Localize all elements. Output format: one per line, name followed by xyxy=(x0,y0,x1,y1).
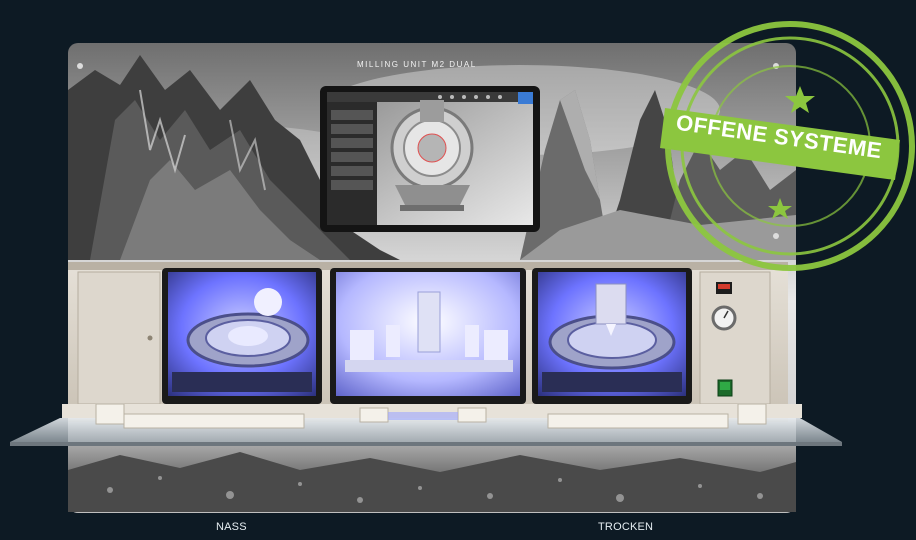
label-dry: TROCKEN xyxy=(598,521,654,533)
machine-illustration xyxy=(10,21,915,513)
product-header: MILLING UNIT M2 DUAL xyxy=(357,60,477,69)
label-wet: NASS xyxy=(216,521,247,533)
